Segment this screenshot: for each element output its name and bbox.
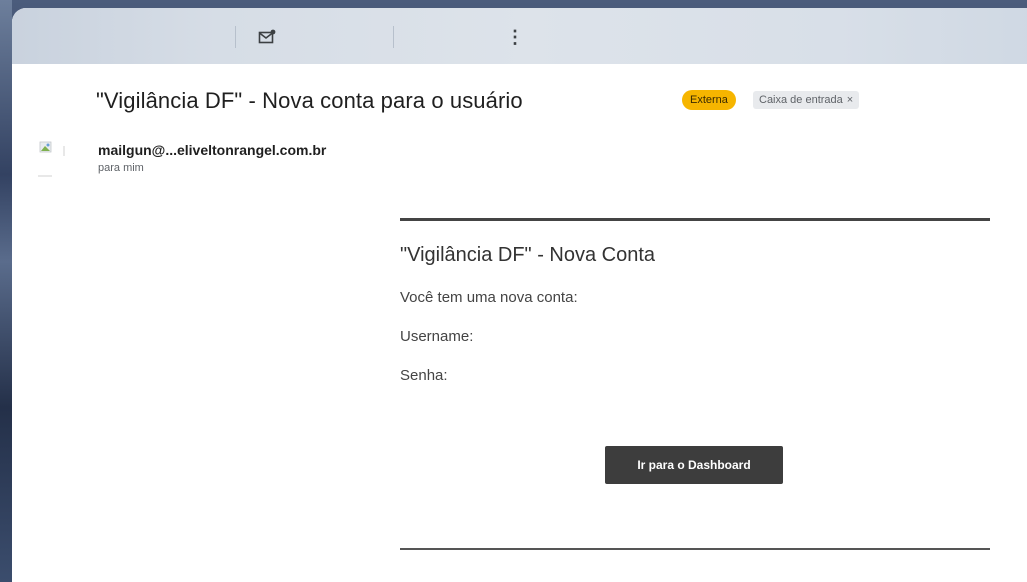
inbox-label-chip: Caixa de entrada × (753, 91, 860, 109)
body-divider-top (400, 218, 990, 221)
more-vert-icon[interactable]: ⋮ (503, 25, 527, 49)
username-label: Username: (400, 328, 474, 345)
remove-label-icon[interactable]: × (847, 94, 853, 106)
toolbar-divider (235, 26, 236, 48)
body-intro: Você tem uma nova conta: (400, 289, 578, 306)
dashboard-button[interactable]: Ir para o Dashboard (605, 446, 783, 484)
email-toolbar: ⋮ (12, 8, 1027, 64)
toolbar-divider (393, 26, 394, 48)
recipient-line[interactable]: para mim (98, 162, 144, 174)
sender-avatar (38, 132, 78, 178)
mark-unread-icon[interactable] (255, 25, 279, 49)
inbox-label-text: Caixa de entrada (759, 94, 843, 106)
external-label-badge: Externa (682, 90, 736, 110)
email-window: ⋮ "Vigilância DF" - Nova conta para o us… (12, 8, 1027, 582)
sender-address[interactable]: mailgun@...eliveltonrangel.com.br (98, 142, 326, 158)
body-divider-bottom (400, 548, 990, 550)
body-title: "Vigilância DF" - Nova Conta (400, 244, 656, 266)
email-subject: "Vigilância DF" - Nova conta para o usuá… (96, 88, 523, 113)
desktop-wallpaper (0, 0, 12, 582)
password-label: Senha: (400, 367, 448, 384)
